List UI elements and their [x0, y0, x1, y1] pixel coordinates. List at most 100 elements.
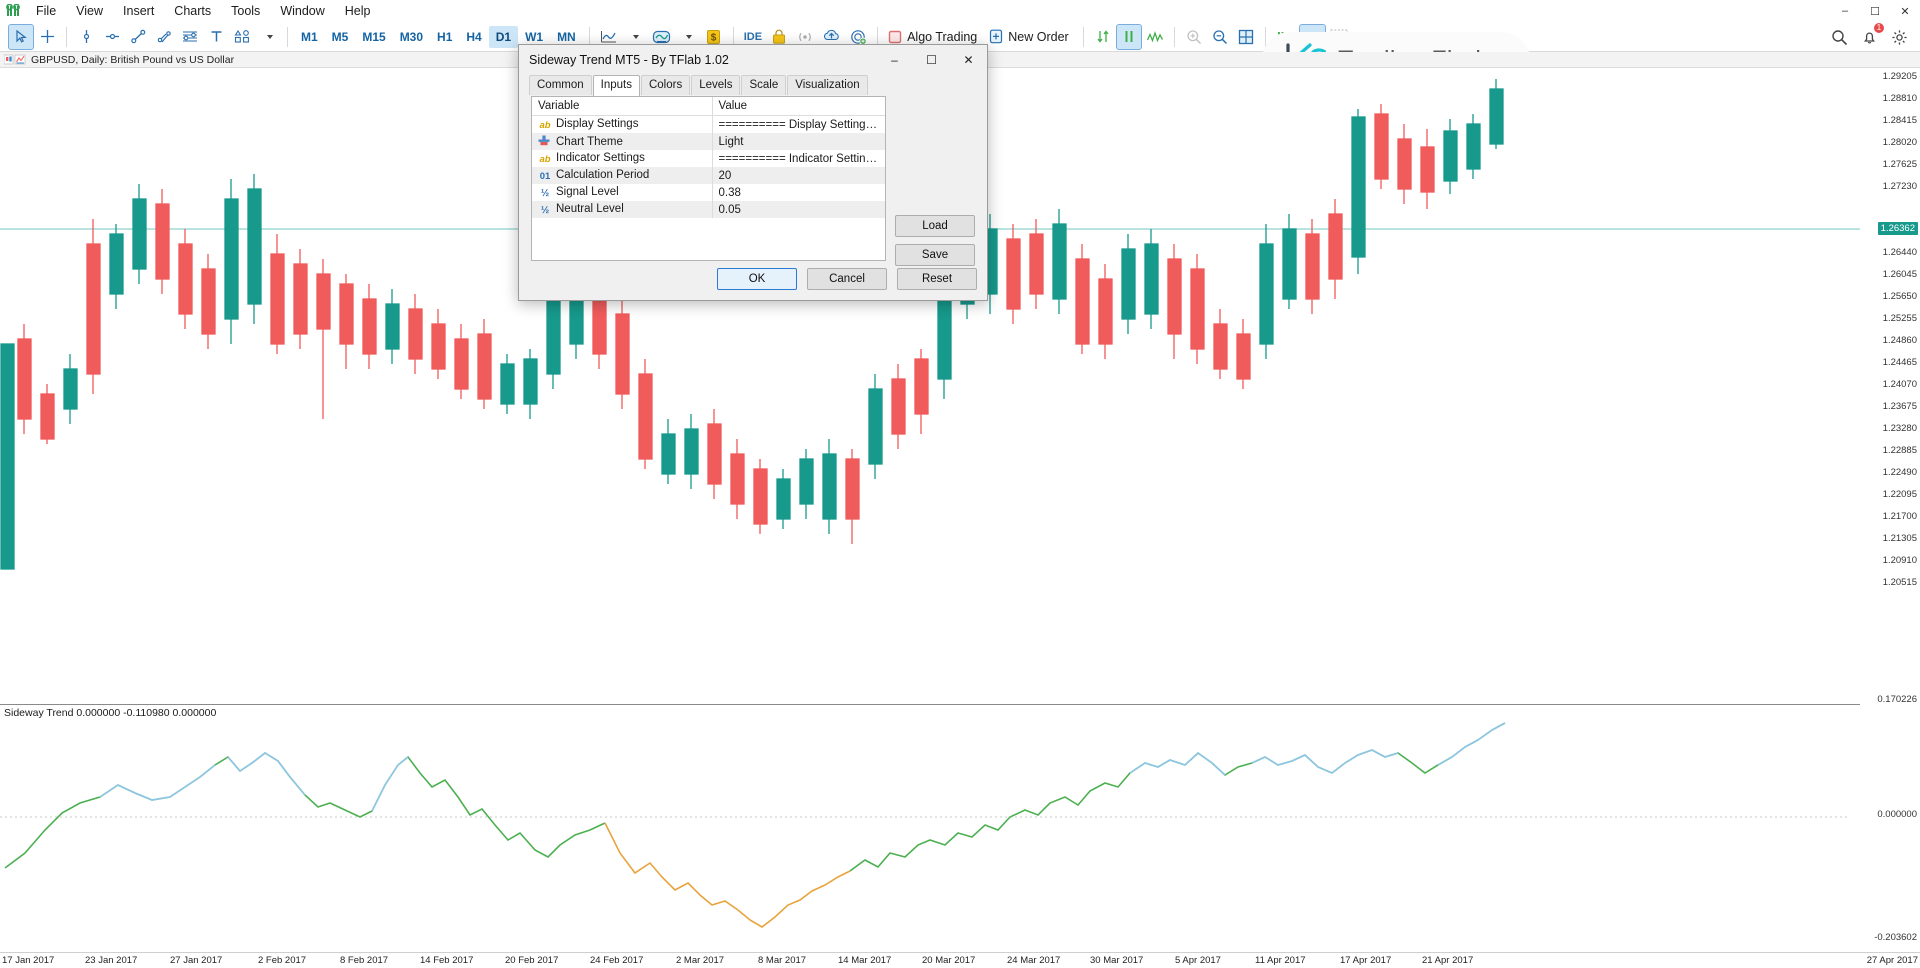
tab-levels[interactable]: Levels	[691, 75, 740, 95]
table-row[interactable]: abIndicator Settings ========== Indicato…	[532, 150, 885, 167]
indicator-wave-icon[interactable]	[1143, 25, 1167, 49]
timeframe-h4[interactable]: H4	[459, 26, 488, 48]
timeframe-m30[interactable]: M30	[393, 26, 430, 48]
dialog-close-icon[interactable]: ✕	[950, 45, 987, 74]
price-tick: 1.26045	[1883, 269, 1917, 280]
inputs-table: Variable Value abDisplay Settings ======…	[532, 97, 885, 218]
time-tick: 27 Jan 2017	[170, 955, 222, 966]
row-value[interactable]: ========== Display Settings ======...	[712, 116, 885, 134]
notifications-count: 1	[1874, 23, 1884, 33]
equidistant-channel-icon[interactable]	[152, 25, 176, 49]
menu-bar: File View Insert Charts Tools Window Hel…	[0, 0, 1920, 22]
time-tick: 8 Mar 2017	[758, 955, 806, 966]
tile-windows-icon[interactable]	[1234, 25, 1258, 49]
indicator-axis-bottom: -0.203602	[1874, 932, 1917, 943]
tab-scale[interactable]: Scale	[741, 75, 786, 95]
cursor-arrow-icon[interactable]	[9, 25, 33, 49]
crosshair-icon[interactable]	[35, 25, 59, 49]
price-tick: 1.25650	[1883, 291, 1917, 302]
table-row[interactable]: ½Neutral Level 0.05	[532, 201, 885, 218]
time-tick: 2 Mar 2017	[676, 955, 724, 966]
table-header-row: Variable Value	[532, 97, 885, 116]
menu-item-file[interactable]: File	[26, 2, 66, 20]
ok-button[interactable]: OK	[717, 268, 797, 290]
row-value[interactable]: 0.05	[712, 201, 885, 218]
time-tick: 24 Mar 2017	[1007, 955, 1060, 966]
indicator-settings-dialog[interactable]: Sideway Trend MT5 - By TFlab 1.02 – ☐ ✕ …	[518, 44, 988, 301]
time-tick: 27 Apr 2017	[1867, 955, 1918, 966]
inputs-grid[interactable]: Variable Value abDisplay Settings ======…	[531, 96, 886, 261]
table-row[interactable]: 01Calculation Period 20	[532, 167, 885, 184]
objects-shapes-icon[interactable]	[230, 25, 254, 49]
time-tick: 20 Feb 2017	[505, 955, 558, 966]
time-tick: 5 Apr 2017	[1175, 955, 1221, 966]
menu-item-insert[interactable]: Insert	[113, 2, 164, 20]
row-variable: Neutral Level	[556, 203, 624, 215]
menu-item-help[interactable]: Help	[335, 2, 381, 20]
text-label-icon[interactable]	[204, 25, 228, 49]
time-tick: 17 Apr 2017	[1340, 955, 1391, 966]
tab-common[interactable]: Common	[529, 75, 592, 95]
row-variable: Display Settings	[556, 118, 638, 130]
vertical-line-icon[interactable]	[74, 25, 98, 49]
menu-item-charts[interactable]: Charts	[164, 2, 221, 20]
menu-item-tools[interactable]: Tools	[221, 2, 270, 20]
cancel-button[interactable]: Cancel	[807, 268, 887, 290]
row-value[interactable]: ========== Indicator Settings =====...	[712, 150, 885, 167]
new-order-button[interactable]: New Order	[985, 26, 1076, 48]
ab-icon: ab	[538, 154, 552, 165]
maximize-icon[interactable]: ☐	[1860, 0, 1890, 22]
timeframe-d1[interactable]: D1	[489, 26, 518, 48]
price-tick: 1.25255	[1883, 313, 1917, 324]
row-value[interactable]: 20	[712, 167, 885, 184]
menu-item-view[interactable]: View	[66, 2, 113, 20]
tab-colors[interactable]: Colors	[641, 75, 690, 95]
horizontal-line-icon[interactable]	[100, 25, 124, 49]
dialog-window-buttons: – ☐ ✕	[876, 45, 987, 74]
auto-scroll-icon[interactable]	[1091, 25, 1115, 49]
toolbar-right-group: 1	[1826, 22, 1912, 52]
new-order-icon	[989, 29, 1003, 44]
reset-button[interactable]: Reset	[897, 268, 977, 290]
table-row[interactable]: Chart Theme Light	[532, 133, 885, 150]
timeframe-m1[interactable]: M1	[294, 26, 325, 48]
close-icon[interactable]: ✕	[1890, 0, 1920, 22]
indicator-axis-mid: 0.000000	[1877, 809, 1917, 820]
load-button[interactable]: Load	[895, 215, 975, 237]
tab-visualization[interactable]: Visualization	[787, 75, 867, 95]
ide-label: IDE	[744, 31, 762, 43]
sideway-trend-series	[0, 705, 1860, 948]
zoom-out-icon[interactable]	[1208, 25, 1232, 49]
fibonacci-retracement-icon[interactable]	[178, 25, 202, 49]
timeframe-h1[interactable]: H1	[430, 26, 459, 48]
dialog-maximize-icon[interactable]: ☐	[913, 45, 950, 74]
time-tick: 20 Mar 2017	[922, 955, 975, 966]
chart-shift-icon[interactable]	[1117, 25, 1141, 49]
save-button[interactable]: Save	[895, 244, 975, 266]
timeframe-m5[interactable]: M5	[325, 26, 356, 48]
price-tick: 1.28415	[1883, 115, 1917, 126]
dialog-minimize-icon[interactable]: –	[876, 45, 913, 74]
price-tick: 1.29205	[1883, 71, 1917, 82]
minimize-icon[interactable]: –	[1830, 0, 1860, 22]
trendline-icon[interactable]	[126, 25, 150, 49]
dialog-action-buttons: OK Cancel Reset	[717, 268, 977, 290]
price-tick: 1.21700	[1883, 511, 1917, 522]
settings-gear-icon[interactable]	[1887, 25, 1911, 49]
price-tick: 1.24070	[1883, 379, 1917, 390]
table-row[interactable]: ½Signal Level 0.38	[532, 184, 885, 201]
notifications-bell-icon[interactable]: 1	[1857, 25, 1881, 49]
table-row[interactable]: abDisplay Settings ========== Display Se…	[532, 116, 885, 134]
search-icon[interactable]	[1827, 25, 1851, 49]
row-value[interactable]: 0.38	[712, 184, 885, 201]
tab-inputs[interactable]: Inputs	[593, 75, 640, 96]
price-tick: 1.27625	[1883, 159, 1917, 170]
row-variable: Chart Theme	[556, 136, 623, 148]
menu-item-window[interactable]: Window	[270, 2, 334, 20]
window-controls: – ☐ ✕	[1830, 0, 1920, 22]
row-value[interactable]: Light	[712, 133, 885, 150]
zoom-in-icon[interactable]	[1182, 25, 1206, 49]
objects-dropdown-icon[interactable]	[256, 25, 280, 49]
indicator-subwindow[interactable]: Sideway Trend 0.000000 -0.110980 0.00000…	[0, 704, 1860, 947]
timeframe-m15[interactable]: M15	[355, 26, 392, 48]
